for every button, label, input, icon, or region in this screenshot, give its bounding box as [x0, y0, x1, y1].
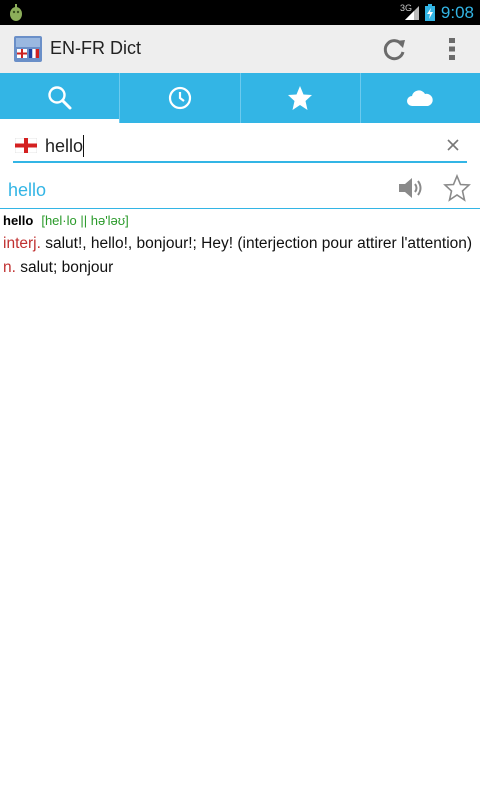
cloud-icon — [407, 90, 434, 106]
battery-icon — [424, 4, 435, 21]
search-input[interactable] — [45, 133, 425, 159]
entry-header: hello — [0, 170, 480, 209]
text-cursor — [83, 135, 84, 157]
pronunciation: [hel·lo || hə'ləʊ] — [41, 213, 129, 228]
england-flag-icon[interactable] — [15, 138, 37, 153]
refresh-icon[interactable] — [380, 35, 408, 63]
android-notification-icon — [10, 4, 22, 21]
signal-icon — [404, 5, 419, 20]
part-of-speech: n. — [3, 259, 16, 276]
search-bar — [13, 131, 467, 163]
star-outline-icon[interactable] — [443, 174, 471, 202]
tab-search[interactable] — [0, 73, 121, 123]
entry-word: hello — [8, 180, 47, 200]
sense-item: n. salut; bonjour — [3, 258, 473, 278]
star-icon — [288, 86, 313, 110]
speaker-icon[interactable] — [397, 175, 425, 201]
clock-icon — [168, 86, 191, 110]
status-clock: 9:08 — [440, 2, 474, 22]
app-title: EN-FR Dict — [50, 38, 141, 58]
app-dictionary-icon[interactable] — [14, 36, 42, 62]
action-bar: EN-FR Dict — [0, 25, 480, 74]
tab-cloud[interactable] — [361, 73, 480, 123]
overflow-menu-icon[interactable] — [440, 35, 464, 63]
status-bar: 3G 9:08 — [0, 0, 480, 25]
headword: hello — [3, 213, 34, 228]
close-icon[interactable] — [445, 137, 461, 153]
search-icon — [47, 86, 72, 110]
sense-item: interj. salut!, hello!, bonjour!; Hey! (… — [3, 234, 473, 254]
tab-history[interactable] — [120, 73, 241, 123]
headword-line: hello [hel·lo || hə'ləʊ] — [3, 212, 473, 230]
sense-text: salut; bonjour — [15, 259, 114, 276]
definition-panel: hello [hel·lo || hə'ləʊ] interj. salut!, … — [3, 212, 473, 278]
sense-text: salut!, hello!, bonjour!; Hey! (interjec… — [40, 235, 473, 252]
part-of-speech: interj. — [3, 235, 41, 252]
tab-favorites[interactable] — [241, 73, 361, 123]
tab-bar — [0, 73, 480, 123]
